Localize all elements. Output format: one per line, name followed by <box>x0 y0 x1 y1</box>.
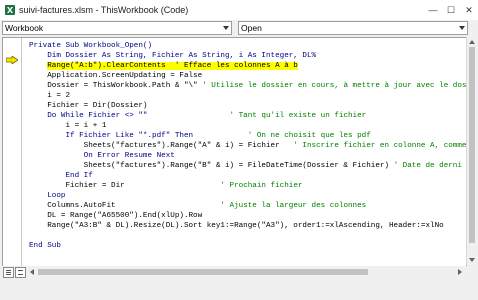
code-line[interactable]: Fichier = Dir(Dossier) <box>29 101 466 111</box>
maximize-button[interactable]: ☐ <box>442 0 460 20</box>
code-segment: Private Sub Workbook_Open() <box>29 42 153 50</box>
horizontal-scrollbar[interactable] <box>28 267 464 277</box>
procedure-dropdown-value: Open <box>241 23 262 33</box>
code-line[interactable]: Range("A:b").ClearContents ' Efface les … <box>29 61 466 71</box>
code-line[interactable]: Loop <box>29 191 466 201</box>
code-line[interactable]: On Error Resume Next <box>29 151 466 161</box>
window-controls: — ☐ ✕ <box>424 0 478 20</box>
scroll-down-icon[interactable] <box>469 258 475 262</box>
code-line[interactable]: Range("A3:B" & DL).Resize(DL).Sort key1:… <box>29 221 466 231</box>
code-comment: ' Date de derni <box>393 162 462 170</box>
code-segment: Dim Dossier As String, Fichier As String… <box>29 52 317 60</box>
code-line[interactable]: i = i + 1 <box>29 121 466 131</box>
code-segment: Application.ScreenUpdating = False <box>29 72 203 80</box>
code-line[interactable] <box>29 231 466 241</box>
code-line[interactable]: Dim Dossier As String, Fichier As String… <box>29 51 466 61</box>
code-segment: Dossier = ThisWorkbook.Path & "\" <box>29 82 203 90</box>
code-toolbar: Workbook Open <box>0 20 478 36</box>
vertical-scroll-thumb[interactable] <box>469 47 475 243</box>
close-button[interactable]: ✕ <box>460 0 478 20</box>
code-editor[interactable]: Private Sub Workbook_Open() Dim Dossier … <box>2 37 467 267</box>
code-comment: ' Prochain fichier <box>220 182 303 190</box>
code-line[interactable]: End Sub <box>29 241 466 251</box>
code-line[interactable]: Application.ScreenUpdating = False <box>29 71 466 81</box>
code-segment: End Sub <box>29 242 61 250</box>
code-line[interactable]: End If <box>29 171 466 181</box>
scroll-right-icon[interactable] <box>458 269 462 275</box>
code-segment: Fichier = Dir <box>29 182 221 190</box>
excel-icon <box>5 5 15 15</box>
scroll-up-icon[interactable] <box>469 40 475 44</box>
object-dropdown-value: Workbook <box>5 23 44 33</box>
code-line[interactable]: Fichier = Dir ' Prochain fichier <box>29 181 466 191</box>
code-segment: End If <box>29 172 93 180</box>
code-line[interactable]: DL = Range("A65500").End(xlUp).Row <box>29 211 466 221</box>
execution-arrow-icon <box>6 56 18 64</box>
procedure-view-button[interactable] <box>3 267 14 278</box>
code-line[interactable]: If Fichier Like "*.pdf" Then ' On ne cho… <box>29 131 466 141</box>
code-line[interactable]: Do While Fichier <> "" ' Tant qu'il exis… <box>29 111 466 121</box>
code-segment: Columns.AutoFit <box>29 202 221 210</box>
code-line[interactable]: i = 2 <box>29 91 466 101</box>
code-segment: i = 2 <box>29 92 71 100</box>
code-segment: i = i + 1 <box>29 122 107 130</box>
full-module-view-button[interactable] <box>15 267 26 278</box>
code-line[interactable]: Sheets("factures").Range("B" & i) = File… <box>29 161 466 171</box>
code-comment: ' Ajuste la largeur des colonnes <box>220 202 367 210</box>
status-area <box>0 278 478 300</box>
code-line[interactable]: Sheets("factures").Range("A" & i) = Fich… <box>29 141 466 151</box>
code-text[interactable]: Private Sub Workbook_Open() Dim Dossier … <box>29 41 466 251</box>
code-comment: ' On ne choisit que les pdf <box>247 132 371 140</box>
code-segment: On Error Resume Next <box>29 152 175 160</box>
code-segment: Fichier = Dir(Dossier) <box>29 102 148 110</box>
window-title: suivi-factures.xlsm - ThisWorkbook (Code… <box>19 5 189 15</box>
code-segment: Range("A3:B" & DL).Resize(DL).Sort key1:… <box>29 222 444 230</box>
code-comment: ' Utilise le dossier en cours, à mettre … <box>202 82 467 90</box>
scroll-left-icon[interactable] <box>30 269 34 275</box>
code-line[interactable]: Columns.AutoFit ' Ajuste la largeur des … <box>29 201 466 211</box>
code-comment: ' Inscrire fichier en colonne A, comme <box>293 142 467 150</box>
chevron-down-icon[interactable] <box>220 22 231 34</box>
code-line[interactable]: Private Sub Workbook_Open() <box>29 41 466 51</box>
bottom-bar <box>0 266 478 278</box>
code-line[interactable]: Dossier = ThisWorkbook.Path & "\" ' Util… <box>29 81 466 91</box>
margin-indicator-bar[interactable] <box>3 38 22 266</box>
horizontal-scroll-thumb[interactable] <box>38 269 368 275</box>
code-segment: Sheets("factures").Range("A" & i) = Fich… <box>29 142 294 150</box>
code-comment: ' Tant qu'il existe un fichier <box>229 112 367 120</box>
code-segment: Do While Fichier <> "" <box>29 112 230 120</box>
vertical-scrollbar[interactable] <box>466 37 477 265</box>
minimize-button[interactable]: — <box>424 0 442 20</box>
code-segment: Loop <box>29 192 66 200</box>
code-segment: DL = Range("A65500").End(xlUp).Row <box>29 212 203 220</box>
code-segment: Sheets("factures").Range("B" & i) = File… <box>29 162 394 170</box>
title-bar: suivi-factures.xlsm - ThisWorkbook (Code… <box>0 0 478 20</box>
chevron-down-icon[interactable] <box>456 22 467 34</box>
procedure-dropdown[interactable]: Open <box>238 21 468 35</box>
code-segment: If Fichier Like "*.pdf" Then <box>29 132 194 140</box>
object-dropdown[interactable]: Workbook <box>2 21 232 35</box>
highlighted-code: Range("A:b").ClearContents ' Efface les … <box>47 62 298 70</box>
